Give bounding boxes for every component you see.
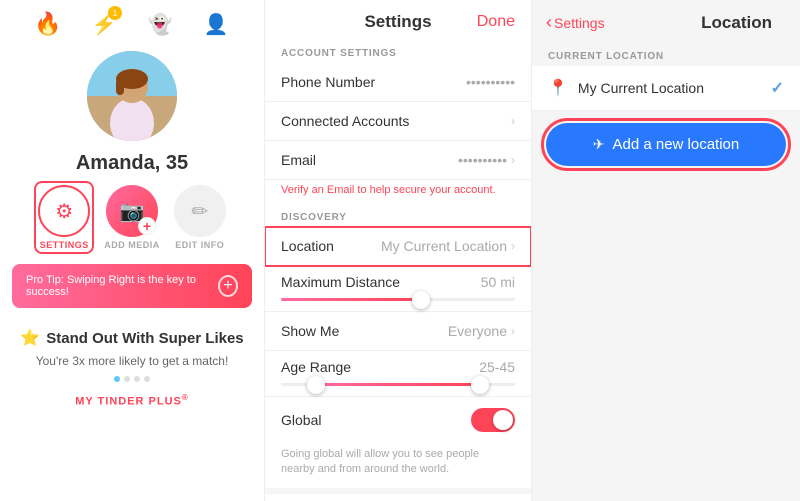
right-content: CURRENT LOCATION 📍 My Current Location ✓… [532, 41, 800, 166]
account-section-header: ACCOUNT SETTINGS [265, 40, 531, 63]
age-range-slider[interactable] [281, 383, 515, 386]
tinder-plus-button[interactable]: MY TINDER PLUS® [75, 393, 189, 408]
slider-thumb[interactable] [412, 291, 430, 309]
toggle-thumb [493, 410, 513, 430]
add-new-location-button[interactable]: ✈ Add a new location [546, 123, 786, 166]
current-location-header: CURRENT LOCATION [532, 41, 800, 66]
chevron-icon: › [511, 324, 515, 338]
right-panel: ‹ Settings Location CURRENT LOCATION 📍 M… [532, 0, 800, 501]
notification-badge: 1 [108, 6, 122, 20]
star-icon: ⭐ [20, 328, 40, 348]
notification-icon[interactable]: ⚡ 1 [90, 10, 118, 38]
done-button[interactable]: Done [477, 13, 515, 31]
settings-circle[interactable]: ⚙ [38, 185, 90, 237]
pro-tip-text: Pro Tip: Swiping Right is the key to suc… [26, 274, 218, 298]
camera-circle[interactable]: 📷 + [106, 185, 158, 237]
preferred-section: PREFERRED LANGUAGES English Add Language… [265, 488, 531, 501]
dot-3 [134, 376, 140, 382]
location-pin-icon: 📍 [548, 78, 568, 98]
dot-1 [114, 376, 120, 382]
middle-panel: Settings Done ACCOUNT SETTINGS Phone Num… [265, 0, 532, 501]
chevron-icon: › [511, 114, 515, 128]
settings-button-wrapper: ⚙ SETTINGS [38, 185, 90, 250]
back-chevron-icon: ‹ [546, 12, 552, 33]
connected-value: › [511, 114, 515, 128]
pro-tip-plus-button[interactable]: + [218, 275, 238, 297]
carousel-dots [18, 376, 246, 382]
settings-label: SETTINGS [40, 240, 89, 250]
max-distance-row: Maximum Distance 50 mi [265, 266, 531, 312]
super-likes-section: ⭐ Stand Out With Super Likes You're 3x m… [0, 320, 264, 418]
global-toggle[interactable] [471, 408, 515, 432]
email-value: •••••••••• › [458, 152, 515, 168]
phone-number-row[interactable]: Phone Number •••••••••• [265, 63, 531, 102]
super-likes-subtitle: You're 3x more likely to get a match! [18, 354, 246, 368]
email-verify-text: Verify an Email to help secure your acco… [265, 180, 531, 204]
age-range-value: 25-45 [479, 359, 515, 375]
settings-header: Settings Done [265, 0, 531, 40]
edit-info-action[interactable]: ✏ EDIT INFO [174, 185, 226, 250]
dot-2 [124, 376, 130, 382]
phone-value: •••••••••• [466, 74, 515, 90]
avatar [87, 51, 177, 141]
checkmark-icon: ✓ [771, 78, 784, 98]
edit-circle[interactable]: ✏ [174, 185, 226, 237]
show-me-value: Everyone › [448, 323, 515, 339]
age-range-min-thumb[interactable] [307, 376, 325, 394]
age-range-label: Age Range [281, 359, 351, 375]
plus-badge: + [138, 217, 156, 235]
right-title: Location [701, 13, 772, 33]
my-current-location-row[interactable]: 📍 My Current Location ✓ [532, 66, 800, 111]
action-buttons: ⚙ SETTINGS 📷 + ADD MEDIA ✏ EDIT INFO [38, 185, 226, 250]
show-me-label: Show Me [281, 323, 339, 339]
email-label: Email [281, 152, 316, 168]
gear-icon: ⚙ [55, 199, 73, 224]
discovery-section-header: DISCOVERY [265, 204, 531, 227]
pro-tip-banner[interactable]: Pro Tip: Swiping Right is the key to suc… [12, 264, 252, 308]
left-panel: 🔥 ⚡ 1 👻 👤 Amanda, 35 [0, 0, 265, 501]
max-distance-value: 50 mi [481, 274, 515, 290]
settings-title: Settings [364, 12, 431, 32]
back-button[interactable]: ‹ Settings [546, 12, 605, 33]
edit-info-label: EDIT INFO [175, 240, 224, 250]
global-row: Global [265, 397, 531, 443]
location-row[interactable]: Location My Current Location › [265, 227, 531, 266]
max-distance-slider[interactable] [281, 298, 515, 301]
tinder-logo-icon: 🔥 [34, 10, 62, 38]
right-header: ‹ Settings Location [532, 0, 800, 41]
user-name: Amanda, 35 [76, 152, 188, 175]
phone-label: Phone Number [281, 74, 375, 90]
add-media-action[interactable]: 📷 + ADD MEDIA [104, 185, 160, 250]
preferred-section-header: PREFERRED LANGUAGES [265, 494, 531, 501]
add-media-label: ADD MEDIA [104, 240, 160, 250]
connected-accounts-row[interactable]: Connected Accounts › [265, 102, 531, 141]
location-value: My Current Location › [381, 238, 515, 254]
connected-label: Connected Accounts [281, 113, 409, 129]
chevron-icon: › [511, 153, 515, 167]
age-range-max-thumb[interactable] [471, 376, 489, 394]
chevron-icon: › [511, 239, 515, 253]
top-navigation: 🔥 ⚡ 1 👻 👤 [0, 10, 264, 46]
max-distance-label: Maximum Distance [281, 274, 400, 290]
ghost-icon[interactable]: 👻 [146, 10, 174, 38]
location-name: My Current Location [578, 80, 704, 96]
email-row[interactable]: Email •••••••••• › [265, 141, 531, 180]
age-range-row: Age Range 25-45 [265, 351, 531, 397]
profile-icon[interactable]: 👤 [202, 10, 230, 38]
plane-icon: ✈ [593, 136, 605, 153]
location-label: Location [281, 238, 334, 254]
dot-4 [144, 376, 150, 382]
settings-action[interactable]: ⚙ SETTINGS [38, 185, 90, 250]
pencil-icon: ✏ [191, 199, 208, 224]
show-me-row[interactable]: Show Me Everyone › [265, 312, 531, 351]
super-likes-title: ⭐ Stand Out With Super Likes [18, 328, 246, 348]
global-label: Global [281, 412, 321, 428]
global-note: Going global will allow you to see peopl… [265, 443, 531, 488]
